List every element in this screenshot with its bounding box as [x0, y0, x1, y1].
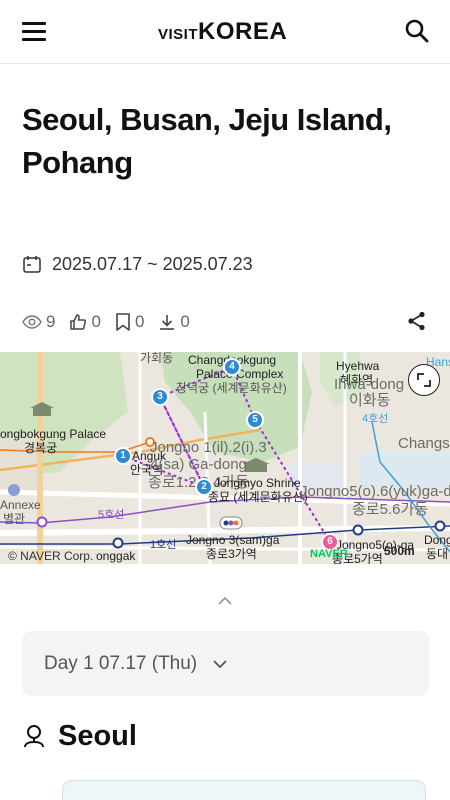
download-button[interactable]: 0 [158, 312, 190, 332]
stats-bar: 9 0 0 0 [22, 312, 204, 332]
likes-count: 0 [91, 312, 101, 331]
map-label-line1: 1호선 [150, 539, 177, 551]
chevron-up-icon[interactable] [215, 591, 235, 611]
map-label-ihwa-dong: Ihwa-dong [334, 376, 405, 393]
day-selector-label: Day 1 07.17 (Thu) [44, 653, 198, 674]
map-label-line4: 4호선 [362, 413, 389, 425]
route-marker-3[interactable]: 3 [151, 388, 169, 406]
search-icon[interactable] [404, 18, 430, 44]
map-expand-button[interactable] [408, 364, 440, 396]
map-label-gyeongbokgung-ko: 경복궁 [24, 441, 58, 455]
route-marker-2[interactable]: 2 [195, 478, 213, 496]
top-header: VISIT KOREA [0, 0, 450, 64]
map-label-jonggak: onggak [96, 549, 136, 563]
bookmarks-count: 0 [134, 312, 145, 331]
map-label-jongno3-ko: 종로3가역 [206, 547, 257, 561]
calendar-icon [23, 256, 41, 273]
map-label-jongmyo: Jongmyo Shrine [214, 476, 301, 490]
map-label-jongno-ga2: .4(sa) Ga-dong [146, 456, 247, 473]
chevron-down-icon [213, 660, 227, 669]
map-copyright: © NAVER Corp. [8, 549, 94, 563]
map-label-annexe-ko: 별관 [3, 512, 26, 526]
map-label-jongno-ga: Jongno 1(il).2(i).3 [150, 439, 267, 456]
trip-dates: 2025.07.17 ~ 2025.07.23 [22, 250, 253, 278]
map-label-ihwa-dong-ko: 이화동 [349, 392, 391, 409]
map-label-jongno56: Jongno5(o).6(yuk)ga-d [300, 483, 450, 500]
map-label-gyeongbokgung: ongbokgung Palace [0, 427, 107, 441]
map-label-jongno3: Jongno 3(sam)ga [186, 533, 280, 547]
page-title: Seoul, Busan, Jeju Island, Pohang [22, 102, 392, 180]
date-range: 2025.07.17 ~ 2025.07.23 [52, 253, 253, 274]
share-icon[interactable] [406, 310, 428, 332]
hamburger-menu-icon[interactable] [22, 20, 48, 44]
expand-icon [417, 373, 431, 387]
map-label-jongno56-ko: 종로5.6가동 [352, 501, 429, 518]
bookmark-icon [116, 313, 130, 331]
route-marker-1[interactable]: 1 [114, 447, 132, 465]
thumbs-up-icon [70, 314, 87, 330]
map-scale: 500m [384, 544, 415, 558]
city-name: Seoul [58, 720, 137, 752]
bookmark-button[interactable]: 0 [115, 312, 144, 332]
location-pin-icon [24, 724, 44, 747]
map-label-changsin: Changs [398, 435, 450, 452]
naver-logo: NAVER [310, 548, 348, 560]
map-label-jongmyo-ko: 종묘 (세계문화유산) [208, 490, 308, 504]
downloads-count: 0 [180, 312, 190, 331]
place-card[interactable] [62, 780, 426, 800]
views-count: 9 [46, 312, 56, 331]
map-label-gahoe: 가회동 [140, 352, 174, 365]
map-label-changdeokgung-ko: 창덕궁 (세계문화유산) [176, 381, 287, 395]
route-marker-5[interactable]: 5 [246, 411, 264, 429]
map-label-dongdaemun-ko: 동대 [426, 547, 449, 561]
map-label-annexe: Annexe [0, 498, 41, 512]
like-button[interactable]: 0 [69, 312, 101, 332]
logo-korea-text: KOREA [198, 18, 288, 45]
download-icon [160, 315, 175, 330]
map-label-line5: 5호선 [98, 509, 125, 521]
route-marker-4[interactable]: 4 [223, 358, 241, 376]
logo-visit-text: VISIT [158, 26, 199, 43]
eye-icon [22, 315, 42, 329]
day-selector[interactable]: Day 1 07.17 (Thu) [22, 631, 429, 696]
map-label-hyehwa: Hyehwa [336, 359, 380, 373]
map-label-dongdaemun: Dongda [424, 533, 450, 547]
route-map[interactable]: 가회동 Changdeokgung Palace Complex 창덕궁 (세계… [0, 352, 450, 564]
city-heading: Seoul [22, 720, 137, 753]
views-stat: 9 [22, 312, 55, 332]
visitkorea-logo[interactable]: VISIT KOREA [158, 18, 287, 48]
